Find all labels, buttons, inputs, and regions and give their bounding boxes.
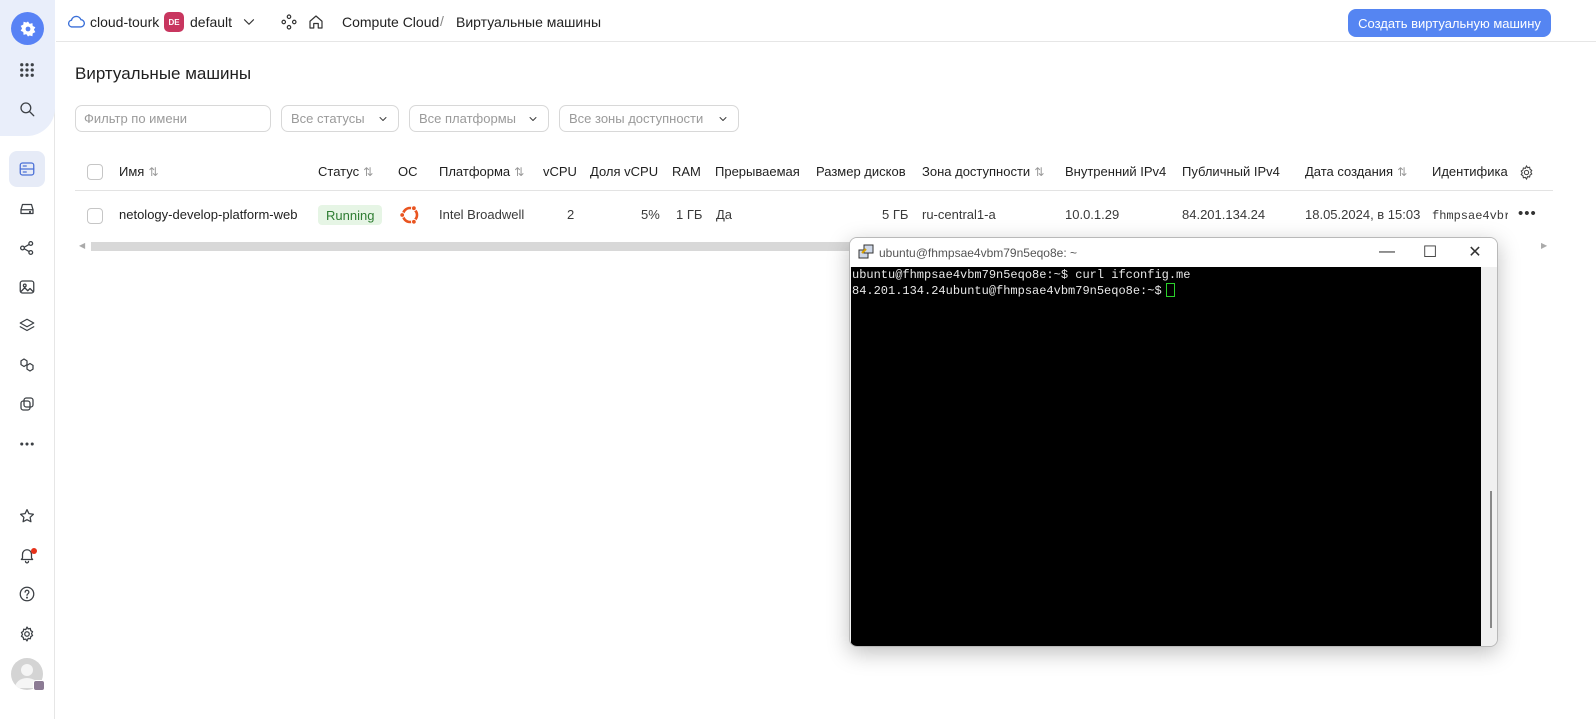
terminal-window[interactable]: ubuntu@fhmpsae4vbm79n5eqo8e: ~ — ☐ ✕ ubu… [849,237,1498,647]
disk-icon[interactable] [9,191,45,227]
account-badge-icon [33,680,45,691]
zone-filter-select[interactable]: Все зоны доступности [559,105,739,132]
minimize-icon[interactable]: — [1378,243,1396,261]
maximize-icon[interactable]: ☐ [1421,243,1439,261]
column-header-disk-size: Размер дисков [816,164,906,179]
chevron-down-icon [717,113,729,125]
vm-id-cell: fhmpsae4vbr [1432,209,1508,223]
disk-size-cell: 5 ГБ [882,207,909,222]
terminal-titlebar[interactable]: ubuntu@fhmpsae4vbm79n5eqo8e: ~ — ☐ ✕ [850,238,1497,267]
notifications-bell-icon[interactable] [9,537,45,573]
instance-groups-icon[interactable] [9,230,45,266]
services-grid-icon[interactable] [9,52,45,88]
chevron-down-icon[interactable] [240,13,258,31]
images-icon[interactable] [9,269,45,305]
column-header-created[interactable]: Дата создания ⇅ [1305,164,1407,179]
help-icon[interactable] [9,576,45,612]
column-header-preemptible: Прерываемая [715,164,800,179]
more-icon[interactable] [9,426,45,462]
platform-cell: Intel Broadwell [439,207,525,222]
vcpu-cell: 2 [567,207,575,222]
column-header-core-fraction: Доля vCPU [590,164,659,179]
service-map-icon[interactable] [280,13,298,31]
public-ip-cell: 84.201.134.24 [1182,207,1266,222]
scroll-left-arrow-icon[interactable]: ◀ [79,241,85,250]
zone-cell: ru-central1-a [922,207,996,222]
placement-groups-icon[interactable] [9,347,45,383]
terminal-line-2: 84.201.134.24ubuntu@fhmpsae4vbm79n5eqo8e… [852,283,1480,299]
core-fraction-cell: 5% [641,207,660,222]
column-header-public-ip: Публичный IPv4 [1182,164,1280,179]
ram-cell: 1 ГБ [676,207,703,222]
terminal-title: ubuntu@fhmpsae4vbm79n5eqo8e: ~ [879,246,1077,260]
terminal-scrollbar-thumb[interactable] [1490,491,1492,628]
cloud-logo-icon[interactable] [11,12,44,45]
breadcrumb-service[interactable]: Compute Cloud [342,14,439,30]
vm-list-icon[interactable] [9,151,45,187]
status-badge: Running [318,205,383,225]
terminal-cursor [1165,283,1175,297]
cloud-name[interactable]: cloud-tourk [90,14,159,30]
column-header-platform[interactable]: Платформа ⇅ [439,164,524,179]
status-filter-label: Все статусы [291,111,365,126]
gpu-clusters-icon[interactable] [9,386,45,422]
left-rail [0,0,55,719]
ubuntu-icon [399,205,419,225]
create-vm-button[interactable]: Создать виртуальную машину [1348,9,1551,37]
breadcrumb-separator: / [440,13,444,29]
preemptible-cell: Да [716,207,733,222]
column-header-vcpu: vCPU [543,164,577,179]
column-header-os: ОС [398,164,418,179]
page-title: Виртуальные машины [75,64,252,83]
platform-filter-label: Все платформы [419,111,516,126]
status-filter-select[interactable]: Все статусы [281,105,399,132]
home-icon[interactable] [307,13,325,31]
table-settings-gear-icon[interactable] [1518,164,1536,182]
search-icon[interactable] [9,91,45,127]
folder-badge: DE [164,12,184,32]
terminal-line-1: ubuntu@fhmpsae4vbm79n5eqo8e:~$ curl ifco… [852,268,1191,282]
created-cell: 18.05.2024, в 15:03 [1305,207,1421,222]
select-all-checkbox[interactable] [87,164,103,180]
breadcrumb-current: Виртуальные машины [456,14,602,30]
column-header-name[interactable]: Имя ⇅ [119,164,158,179]
column-header-id: Идентифика [1432,164,1508,179]
chevron-down-icon [527,113,539,125]
cloud-icon [68,15,85,28]
zone-filter-label: Все зоны доступности [569,111,704,126]
notification-dot [31,548,37,554]
putty-icon [858,244,874,259]
terminal-output[interactable]: ubuntu@fhmpsae4vbm79n5eqo8e:~$ curl ifco… [851,267,1481,646]
name-filter-input[interactable] [75,105,271,132]
folder-name[interactable]: default [190,14,232,30]
row-checkbox[interactable] [87,208,103,224]
platform-filter-select[interactable]: Все платформы [409,105,549,132]
chevron-down-icon [377,113,389,125]
column-header-ram: RAM [672,164,701,179]
settings-gear-icon[interactable] [9,616,45,652]
scroll-right-arrow-icon[interactable]: ▶ [1541,241,1547,250]
column-header-status[interactable]: Статус ⇅ [318,164,373,179]
column-header-zone[interactable]: Зона доступности ⇅ [922,164,1044,179]
internal-ip-cell: 10.0.1.29 [1065,207,1120,222]
vm-name-link[interactable]: netology-develop-platform-web [119,207,297,222]
horizontal-scrollbar-thumb[interactable] [91,242,851,251]
close-icon[interactable]: ✕ [1466,243,1484,261]
row-actions-more-icon[interactable]: ••• [1518,205,1537,222]
snapshots-icon[interactable] [9,308,45,344]
column-header-internal-ip: Внутренний IPv4 [1065,164,1167,179]
table-header-divider [75,190,1553,191]
favorites-star-icon[interactable] [9,498,45,534]
